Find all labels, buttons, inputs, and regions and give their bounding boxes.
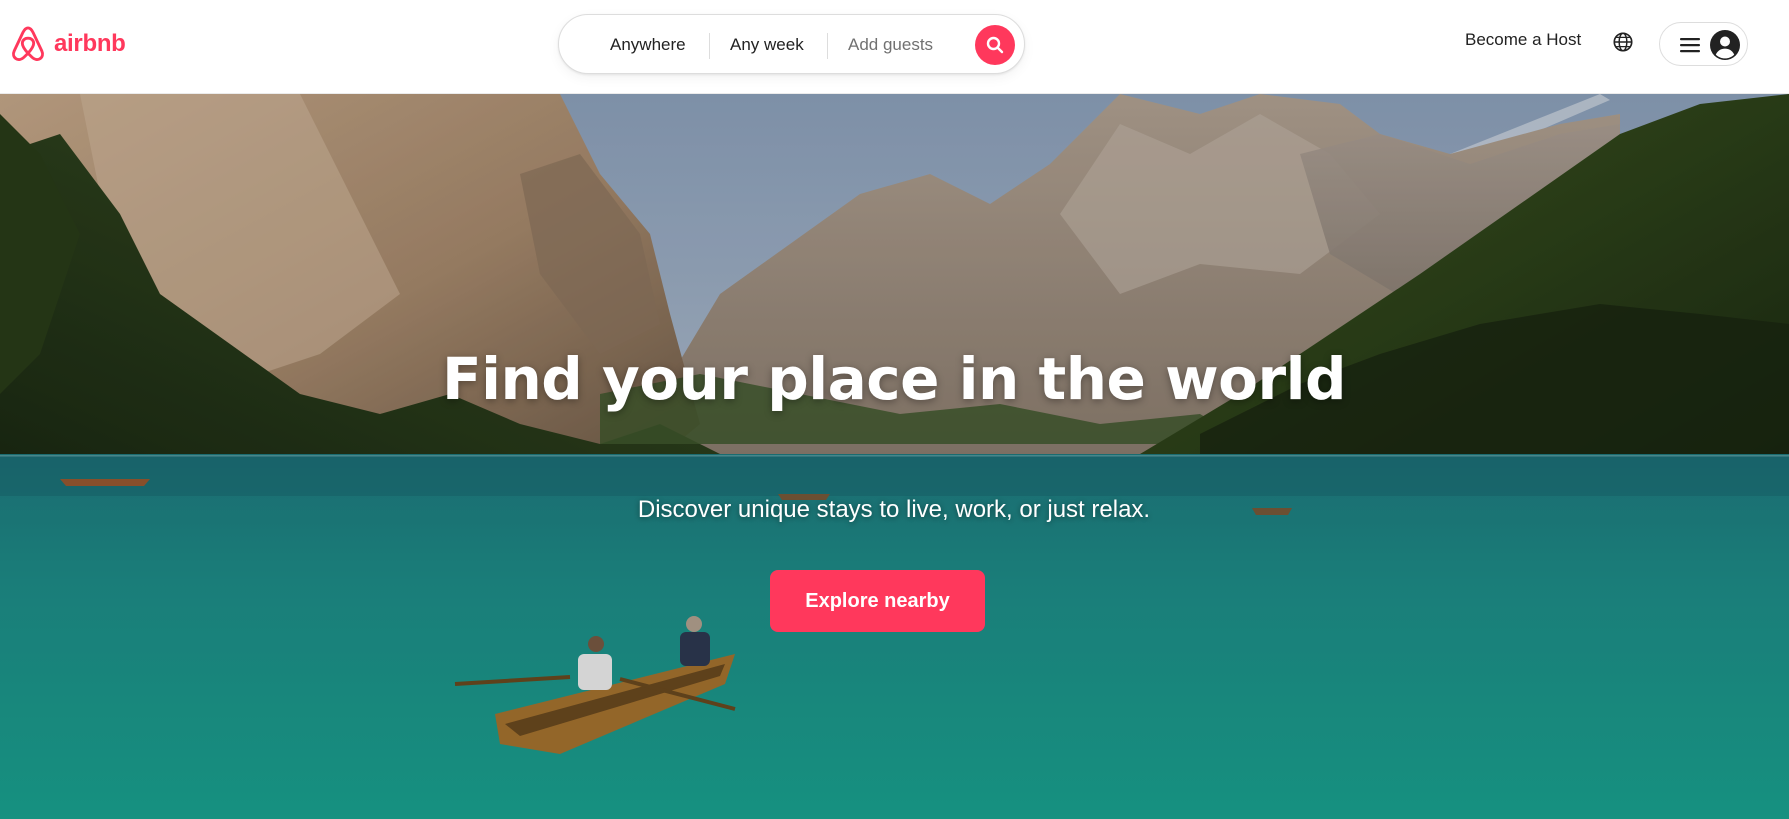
dates-filter[interactable]: Any week: [730, 15, 804, 75]
user-menu-button[interactable]: [1659, 22, 1748, 66]
top-navigation-bar: airbnb Anywhere Any week Add guests Beco…: [0, 0, 1789, 94]
hero-section: Find your place in the world Discover un…: [0, 94, 1789, 819]
become-a-host-link[interactable]: Become a Host: [1465, 30, 1581, 50]
globe-icon: [1613, 32, 1633, 52]
explore-nearby-button[interactable]: Explore nearby: [770, 570, 985, 632]
guests-filter[interactable]: Add guests: [848, 15, 933, 75]
airbnb-belo-icon: [12, 26, 44, 61]
hero-image-overlay: [0, 94, 1789, 819]
search-bar[interactable]: Anywhere Any week Add guests: [558, 14, 1025, 74]
search-icon: [986, 36, 1004, 54]
hero-subtitle: Discover unique stays to live, work, or …: [637, 496, 1151, 523]
brand-name: airbnb: [54, 30, 126, 57]
search-divider: [827, 33, 828, 59]
search-button[interactable]: [975, 25, 1015, 65]
hamburger-menu-icon: [1680, 38, 1700, 53]
user-avatar-icon: [1710, 30, 1740, 60]
airbnb-logo[interactable]: airbnb: [10, 24, 126, 64]
search-divider: [709, 33, 710, 59]
language-button[interactable]: [1612, 31, 1636, 55]
location-filter[interactable]: Anywhere: [610, 15, 686, 75]
hero-title: Find your place in the world: [441, 345, 1347, 413]
